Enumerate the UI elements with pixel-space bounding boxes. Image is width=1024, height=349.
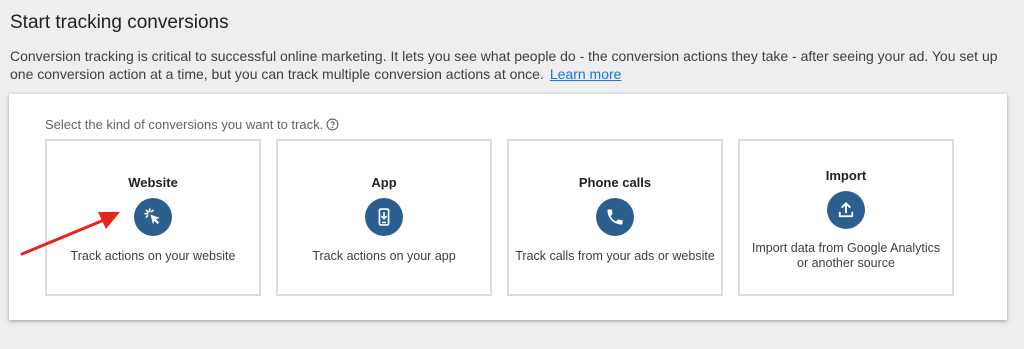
conversion-prompt-label: Select the kind of conversions you want …: [45, 117, 324, 132]
card-import[interactable]: Import Import data from Google Analytics…: [738, 139, 954, 296]
card-website-description: Track actions on your website: [70, 249, 236, 263]
learn-more-link[interactable]: Learn more: [550, 66, 622, 82]
intro-text: Conversion tracking is critical to succe…: [10, 47, 1015, 83]
page-title: Start tracking conversions: [10, 12, 229, 33]
mobile-download-icon: [365, 198, 403, 236]
conversion-type-panel: Select the kind of conversions you want …: [9, 94, 1007, 320]
cursor-click-icon: [134, 198, 172, 236]
card-app-description: Track actions on your app: [312, 249, 456, 263]
card-website-title: Website: [128, 175, 178, 190]
phone-icon: [596, 198, 634, 236]
card-app-title: App: [371, 175, 397, 190]
upload-icon: [827, 191, 865, 229]
card-phone-calls[interactable]: Phone calls Track calls from your ads or…: [507, 139, 723, 296]
card-app[interactable]: App Track actions on your app: [276, 139, 492, 296]
card-import-title: Import: [825, 168, 867, 183]
card-import-description: Import data from Google Analytics or ano…: [751, 241, 941, 270]
conversion-prompt: Select the kind of conversions you want …: [45, 117, 339, 132]
card-phone-calls-description: Track calls from your ads or website: [515, 249, 715, 263]
card-website[interactable]: Website Track actions on your website: [45, 139, 261, 296]
card-phone-calls-title: Phone calls: [578, 175, 652, 190]
help-icon[interactable]: [326, 118, 339, 131]
intro-description: Conversion tracking is critical to succe…: [10, 48, 998, 82]
